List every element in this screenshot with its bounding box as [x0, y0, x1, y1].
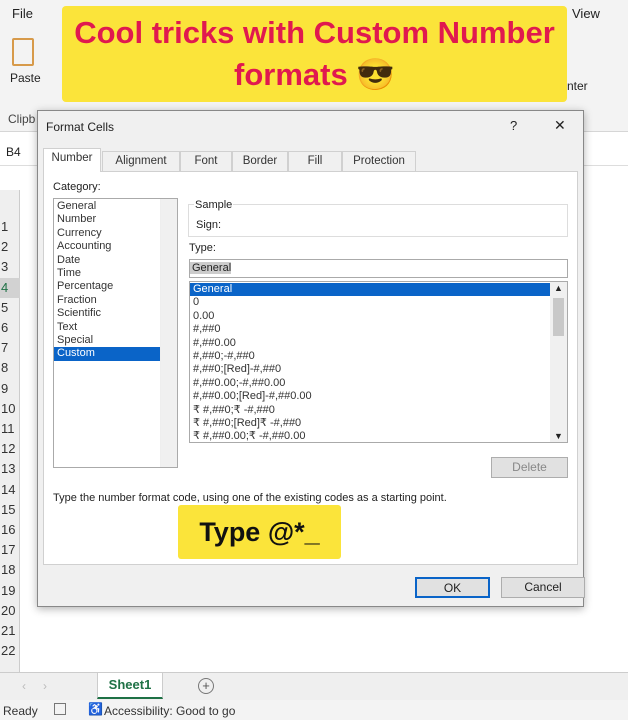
row-header[interactable]: 5	[0, 298, 20, 318]
category-label: Category:	[53, 181, 101, 193]
row-header[interactable]: 21	[0, 621, 20, 641]
row-header[interactable]: 12	[0, 439, 20, 459]
sheet-tab-bar: ‹ › Sheet1 +	[0, 672, 628, 700]
file-tab[interactable]: File	[12, 6, 33, 21]
scroll-down-icon[interactable]: ▼	[554, 431, 563, 441]
format-code-item[interactable]: 0.00	[190, 310, 550, 323]
format-code-item[interactable]: #,##0;[Red]-#,##0	[190, 363, 550, 376]
sample-label: Sample	[194, 199, 234, 211]
sample-group: Sample Sign:	[188, 199, 568, 237]
banner-line2: formats 😎	[234, 57, 395, 92]
format-code-item[interactable]: General	[190, 283, 550, 297]
format-description: Type the number format code, using one o…	[53, 492, 447, 504]
tab-fill[interactable]: Fill	[288, 151, 342, 171]
format-code-item[interactable]: 0	[190, 296, 550, 309]
category-item[interactable]: Date	[54, 254, 160, 267]
banner-line1: Cool tricks with Custom Number	[74, 15, 555, 50]
row-header[interactable]: 3	[0, 257, 20, 277]
row-header[interactable]: 2	[0, 237, 20, 257]
view-tab[interactable]: View	[572, 6, 600, 21]
tab-font[interactable]: Font	[180, 151, 232, 171]
caption-overlay: Type @*_	[178, 505, 341, 559]
format-code-item[interactable]: #,##0.00;[Red]-#,##0.00	[190, 390, 550, 403]
status-bar: Ready ♿ Accessibility: Good to go	[0, 700, 628, 720]
format-code-item[interactable]: ₹ #,##0.00;₹ -#,##0.00	[190, 430, 550, 442]
format-code-item[interactable]: ₹ #,##0;[Red]₹ -#,##0	[190, 417, 550, 430]
format-code-item[interactable]: ₹ #,##0;₹ -#,##0	[190, 404, 550, 417]
category-item[interactable]: Fraction	[54, 294, 160, 307]
sample-value: Sign:	[196, 219, 222, 231]
row-header[interactable]: 14	[0, 480, 20, 500]
row-headers: 1 2 3 4 5 6 7 8 9 10 11 12 13 14 15 16 17 18 19 20 21 22	[0, 190, 20, 672]
row-header[interactable]: 8	[0, 358, 20, 378]
category-item[interactable]: General	[54, 200, 160, 213]
tab-border[interactable]: Border	[232, 151, 288, 171]
format-code-item[interactable]: #,##0.00	[190, 337, 550, 350]
format-code-item[interactable]: #,##0.00;-#,##0.00	[190, 377, 550, 390]
row-header[interactable]: 10	[0, 399, 20, 419]
dialog-title: Format Cells	[46, 120, 115, 134]
category-item[interactable]: Number	[54, 213, 160, 226]
tab-alignment[interactable]: Alignment	[102, 151, 180, 171]
category-item[interactable]: Special	[54, 334, 160, 347]
row-header[interactable]: 4	[0, 277, 20, 298]
macro-record-icon[interactable]	[54, 703, 66, 715]
clipboard-group-label: Clipb	[8, 112, 36, 126]
next-sheet-icon[interactable]: ›	[43, 679, 47, 693]
merge-center-button[interactable]: nter	[567, 79, 588, 93]
category-item[interactable]: Time	[54, 267, 160, 280]
type-input-value: General	[190, 262, 232, 274]
category-item[interactable]: Text	[54, 321, 160, 334]
status-ready: Ready	[3, 704, 38, 718]
cancel-button[interactable]: Cancel	[501, 577, 585, 598]
title-banner: Cool tricks with Custom Number formats 😎	[62, 6, 567, 102]
format-code-item[interactable]: #,##0;-#,##0	[190, 350, 550, 363]
category-scrollbar[interactable]	[160, 199, 177, 467]
format-code-list[interactable]: General 0 0.00 #,##0 #,##0.00 #,##0;-#,##0 #,#…	[189, 281, 568, 443]
category-item[interactable]: Currency	[54, 227, 160, 240]
row-header[interactable]: 13	[0, 459, 20, 479]
scroll-up-icon[interactable]: ▲	[554, 283, 563, 293]
row-header[interactable]: 7	[0, 338, 20, 358]
delete-button[interactable]: Delete	[491, 457, 568, 478]
category-item[interactable]: Accounting	[54, 240, 160, 253]
help-button[interactable]: ?	[510, 118, 517, 133]
row-header[interactable]: 16	[0, 520, 20, 540]
format-code-item[interactable]: #,##0	[190, 323, 550, 336]
format-list-scrollbar[interactable]: ▲ ▼	[550, 282, 567, 442]
accessibility-icon: ♿	[88, 702, 103, 716]
row-header[interactable]: 17	[0, 540, 20, 560]
row-header[interactable]: 9	[0, 379, 20, 399]
tab-number[interactable]: Number	[43, 148, 101, 172]
accessibility-status[interactable]: Accessibility: Good to go	[104, 704, 235, 718]
row-header[interactable]: 18	[0, 560, 20, 580]
scrollbar-thumb[interactable]	[553, 298, 564, 336]
row-header[interactable]: 11	[0, 419, 20, 439]
row-header[interactable]: 1	[0, 217, 20, 237]
type-label: Type:	[189, 242, 216, 254]
name-box[interactable]: B4	[6, 145, 21, 159]
paste-button[interactable]: Paste	[10, 71, 41, 85]
category-item[interactable]: Percentage	[54, 280, 160, 293]
row-header[interactable]: 6	[0, 318, 20, 338]
row-header[interactable]: 22	[0, 641, 20, 661]
row-header[interactable]: 19	[0, 581, 20, 601]
category-item[interactable]: Scientific	[54, 307, 160, 320]
category-list[interactable]: General Number Currency Accounting Date Time P…	[53, 198, 178, 468]
prev-sheet-icon[interactable]: ‹	[22, 679, 26, 693]
close-button[interactable]: ✕	[554, 117, 566, 134]
sheet-tab-sheet1[interactable]: Sheet1	[97, 672, 163, 699]
type-input[interactable]: General	[189, 259, 568, 278]
add-sheet-icon[interactable]: +	[198, 678, 214, 694]
ok-button[interactable]: OK	[415, 577, 490, 598]
row-header[interactable]: 15	[0, 500, 20, 520]
row-header[interactable]: 20	[0, 601, 20, 621]
category-item[interactable]: Custom	[54, 347, 160, 361]
paste-icon	[12, 38, 34, 66]
tab-protection[interactable]: Protection	[342, 151, 416, 171]
